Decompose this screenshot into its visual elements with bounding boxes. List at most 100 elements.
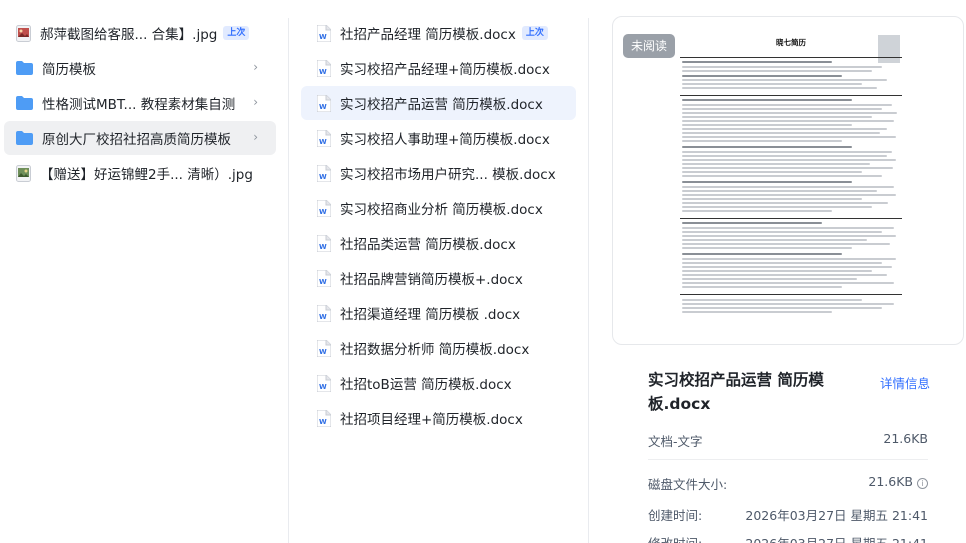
file-item-docx[interactable]: W 社招渠道经理 简历模板 .docx: [301, 296, 576, 330]
word-doc-icon: W: [317, 409, 331, 427]
svg-text:W: W: [319, 173, 327, 181]
resume-line: [682, 75, 842, 77]
resume-line: [682, 70, 872, 72]
svg-text:W: W: [319, 243, 327, 251]
word-doc-icon: W: [317, 339, 331, 357]
word-doc-icon: W: [317, 304, 331, 322]
chevron-right-icon: ›: [253, 60, 258, 74]
resume-line: [682, 140, 842, 142]
word-doc-icon: W: [317, 374, 331, 392]
resume-line: [682, 258, 896, 260]
resume-line: [682, 282, 894, 284]
resume-line: [682, 198, 862, 200]
resume-line: [682, 99, 852, 101]
resume-name: 晓七简历: [776, 38, 806, 47]
disk-size-label: 磁盘文件大小:: [648, 477, 728, 492]
resume-line: [682, 222, 822, 224]
file-item-docx[interactable]: W 社招数据分析师 简历模板.docx: [301, 331, 576, 365]
file-item-image[interactable]: 郝萍截图给客服... 合集】.jpg 上次: [4, 16, 276, 50]
resume-rule: [680, 95, 902, 96]
svg-text:W: W: [319, 138, 327, 146]
word-doc-icon: W: [317, 199, 331, 217]
word-doc-icon: W: [317, 59, 331, 77]
file-item-docx[interactable]: W 实习校招人事助理+简历模板.docx: [301, 121, 576, 155]
resume-line: [682, 61, 832, 63]
last-opened-badge: 上次: [223, 26, 250, 40]
image-file-icon: [16, 164, 31, 182]
file-item-docx[interactable]: W 社招项目经理+简历模板.docx: [301, 401, 576, 435]
resume-line: [682, 311, 832, 313]
disk-size-value: 21.6KB: [868, 474, 913, 489]
resume-rule: [680, 294, 902, 295]
created-value: 2026年03月27日 星期五 21:41: [745, 508, 928, 523]
resume-line: [682, 155, 887, 157]
resume-line: [682, 239, 867, 241]
resume-line: [682, 124, 852, 126]
file-item-gift-image[interactable]: 【赠送】好运锦鲤2手... 清晰）.jpg: [4, 156, 276, 190]
resume-line: [682, 171, 862, 173]
resume-line: [682, 146, 852, 148]
file-name: 社招渠道经理 简历模板 .docx: [340, 307, 521, 323]
resume-line: [682, 120, 894, 122]
resume-line: [682, 307, 882, 309]
folder-item-mbti[interactable]: 性格测试MBT... 教程素材集自测 ›: [4, 86, 276, 120]
chevron-right-icon: ›: [253, 130, 258, 144]
last-opened-badge: 上次: [521, 26, 548, 40]
info-icon[interactable]: i: [917, 478, 928, 489]
resume-line: [682, 190, 877, 192]
svg-text:W: W: [319, 278, 327, 286]
resume-line: [682, 151, 892, 153]
word-doc-icon: W: [317, 164, 331, 182]
file-name: 实习校招产品运营 简历模板.docx: [340, 97, 543, 113]
info-divider: [648, 459, 928, 460]
svg-text:W: W: [319, 383, 327, 391]
resume-line: [682, 274, 887, 276]
resume-line: [682, 167, 893, 169]
resume-photo: [878, 35, 900, 63]
resume-line: [682, 299, 862, 301]
file-item-docx[interactable]: W 实习校招市场用户研究... 模板.docx: [301, 156, 576, 190]
file-item-docx[interactable]: W 社招品类运营 简历模板.docx: [301, 226, 576, 260]
resume-line: [682, 108, 882, 110]
svg-text:W: W: [319, 103, 327, 111]
file-item-docx[interactable]: W 社招品牌营销简历模板+.docx: [301, 261, 576, 295]
file-item-docx-selected[interactable]: W 实习校招产品运营 简历模板.docx: [301, 86, 576, 120]
folder-item-original-templates[interactable]: 原创大厂校招社招高质简历模板 ›: [4, 121, 276, 155]
word-doc-icon: W: [317, 24, 331, 42]
word-doc-icon: W: [317, 94, 331, 112]
file-item-docx[interactable]: W 实习校招产品经理+简历模板.docx: [301, 51, 576, 85]
resume-line: [682, 262, 882, 264]
resume-rule: [680, 57, 902, 58]
resume-line: [682, 87, 877, 89]
file-name: 实习校招人事助理+简历模板.docx: [340, 132, 550, 148]
resume-line: [682, 278, 857, 280]
resume-line: [682, 270, 872, 272]
file-name: 社招品牌营销简历模板+.docx: [340, 272, 523, 288]
resume-line: [682, 247, 852, 249]
modified-label: 修改时间:: [648, 533, 702, 543]
resume-line: [682, 253, 842, 255]
file-item-docx[interactable]: W 社招产品经理 简历模板.docx 上次: [301, 16, 576, 50]
folder-icon: [16, 131, 33, 145]
disk-size-row: 21.6KB i: [868, 474, 928, 489]
modified-value: 2026年03月27日 星期五 21:41: [745, 533, 928, 543]
resume-line: [682, 206, 872, 208]
resume-line: [682, 194, 896, 196]
document-preview[interactable]: 晓七简历 未阅读: [612, 16, 964, 345]
resume-line: [682, 116, 872, 118]
file-name: 社招toB运营 简历模板.docx: [340, 377, 512, 393]
file-item-docx[interactable]: W 实习校招商业分析 简历模板.docx: [301, 191, 576, 225]
svg-text:W: W: [319, 33, 327, 41]
folder-item-resume-templates[interactable]: 简历模板 ›: [4, 51, 276, 85]
file-item-docx[interactable]: W 社招toB运营 简历模板.docx: [301, 366, 576, 400]
svg-text:W: W: [319, 208, 327, 216]
resume-line: [682, 79, 887, 81]
details-link[interactable]: 详情信息: [880, 373, 930, 392]
folder-icon: [16, 96, 33, 110]
unread-badge: 未阅读: [623, 34, 676, 58]
resume-line: [682, 181, 852, 183]
resume-line: [682, 66, 882, 68]
file-name: 实习校招产品经理+简历模板.docx: [340, 62, 550, 78]
file-name: 郝萍截图给客服... 合集】.jpg: [40, 27, 218, 43]
file-name: 社招数据分析师 简历模板.docx: [340, 342, 530, 358]
